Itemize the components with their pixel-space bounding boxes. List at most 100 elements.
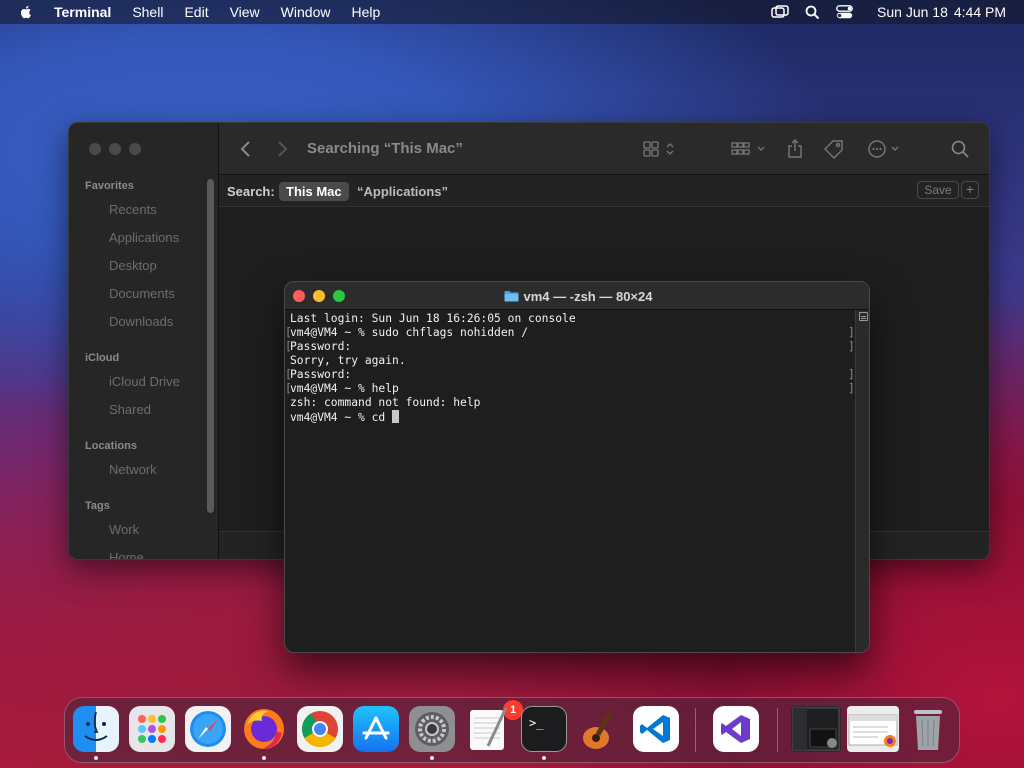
finder-minimize-button[interactable]	[109, 143, 121, 155]
menu-edit[interactable]: Edit	[184, 0, 208, 24]
terminal-icon[interactable]: >_	[521, 706, 567, 752]
clock-date: Sun Jun 18	[877, 4, 948, 20]
terminal-line: [vm4@VM4 ~ % help]	[285, 382, 855, 396]
command-mark-right: ]	[848, 326, 855, 339]
folder-icon	[504, 291, 518, 302]
terminal-title: vm4 — -zsh — 80×24	[285, 282, 869, 310]
terminal-line: zsh: command not found: help	[289, 396, 849, 410]
terminal-title-text: vm4 — -zsh — 80×24	[523, 288, 653, 304]
terminal-line-text: vm4@VM4 ~ % cd	[290, 411, 393, 424]
control-center-icon[interactable]	[835, 4, 853, 20]
terminal-line: Sorry, try again.	[289, 354, 849, 368]
command-mark-right: ]	[848, 382, 855, 395]
terminal-close-button[interactable]	[293, 290, 305, 302]
finder-icon[interactable]	[73, 706, 119, 752]
firefox-window-thumbnail[interactable]	[847, 706, 899, 752]
vscode-icon[interactable]	[633, 706, 679, 752]
screen-mirroring-icon[interactable]	[771, 4, 789, 20]
share-icon[interactable]	[787, 139, 803, 159]
terminal-scrollbar[interactable]	[855, 310, 869, 652]
sidebar-section-icloud: iCloud	[85, 352, 120, 364]
sidebar-section-favorites: Favorites	[85, 180, 134, 192]
terminal-line: [vm4@VM4 ~ % sudo chflags nohidden /]	[285, 326, 855, 340]
scope-this-mac-button[interactable]: This Mac	[279, 182, 349, 201]
terminal-line: [Password:]	[285, 340, 855, 354]
safari-icon[interactable]	[185, 706, 231, 752]
textedit-icon[interactable]	[465, 706, 511, 752]
terminal-line-text: zsh: command not found: help	[290, 396, 481, 409]
visual-studio-icon[interactable]	[713, 706, 759, 752]
terminal-prompt-line: vm4@VM4 ~ % cd	[289, 410, 849, 424]
sidebar-section-tags: Tags	[85, 500, 110, 512]
dock-separator	[777, 708, 778, 752]
terminal-cursor	[392, 410, 400, 423]
sidebar-item-shared[interactable]: Shared	[109, 402, 151, 417]
add-criteria-button[interactable]: +	[961, 181, 979, 199]
system-settings-icon[interactable]	[409, 706, 455, 752]
terminal-titlebar[interactable]: vm4 — -zsh — 80×24	[285, 282, 869, 310]
forward-chevron-icon[interactable]	[275, 139, 295, 159]
trash-icon[interactable]	[905, 706, 951, 752]
terminal-minimize-button[interactable]	[313, 290, 325, 302]
sidebar-section-locations: Locations	[85, 440, 137, 452]
command-mark-left: [	[285, 382, 292, 395]
sidebar-item-recents[interactable]: Recents	[109, 202, 157, 217]
menu-help[interactable]: Help	[351, 0, 380, 24]
search-scope-label: Search:	[227, 184, 275, 199]
terminal-line: Last login: Sun Jun 18 16:26:05 on conso…	[289, 312, 849, 326]
sidebar-scrollbar[interactable]	[207, 179, 214, 513]
finder-zoom-button[interactable]	[129, 143, 141, 155]
finder-window-thumbnail[interactable]	[791, 706, 841, 752]
menu-clock[interactable]: Sun Jun 18 4:44 PM	[871, 4, 1006, 20]
sidebar-item-applications[interactable]: Applications	[109, 230, 179, 245]
launchpad-icon[interactable]	[129, 706, 175, 752]
garageband-icon[interactable]	[577, 706, 623, 752]
terminal-line-text: vm4@VM4 ~ % help	[290, 382, 399, 395]
terminal-window: vm4 — -zsh — 80×24 Last login: Sun Jun 1…	[284, 281, 870, 653]
terminal-output[interactable]: Last login: Sun Jun 18 16:26:05 on conso…	[285, 312, 855, 650]
finder-toolbar: Searching “This Mac”	[219, 123, 989, 175]
sidebar-item-network[interactable]: Network	[109, 462, 157, 477]
sidebar-item-documents[interactable]: Documents	[109, 286, 175, 301]
search-icon[interactable]	[951, 139, 969, 159]
chrome-icon[interactable]	[297, 706, 343, 752]
settings-running-indicator	[430, 756, 434, 760]
clock-time: 4:44 PM	[953, 4, 1006, 20]
terminal-window-controls	[293, 290, 345, 302]
command-mark-left: [	[285, 368, 292, 381]
more-actions-icon[interactable]	[867, 139, 901, 159]
scope-applications-button[interactable]: “Applications”	[357, 184, 448, 199]
menu-window[interactable]: Window	[281, 0, 331, 24]
command-mark-right: ]	[848, 340, 855, 353]
finder-window-controls	[89, 143, 141, 155]
menu-bar: Terminal Shell Edit View Window Help Sun…	[0, 0, 1024, 24]
firefox-icon[interactable]	[241, 706, 287, 752]
sidebar-item-desktop[interactable]: Desktop	[109, 258, 157, 273]
command-mark-left: [	[285, 326, 292, 339]
sidebar-item-downloads[interactable]: Downloads	[109, 314, 173, 329]
svg-text:>_: >_	[529, 716, 544, 730]
firefox-running-indicator	[262, 756, 266, 760]
apple-icon[interactable]	[18, 4, 34, 20]
menu-shell[interactable]: Shell	[132, 0, 163, 24]
icon-view-grid-icon[interactable]	[643, 139, 677, 159]
terminal-line-text: vm4@VM4 ~ % sudo chflags nohidden /	[290, 326, 529, 339]
dock-separator	[695, 708, 696, 752]
finder-sidebar: Favorites Recents Applications Desktop D…	[69, 123, 219, 559]
sidebar-item-icloud-drive[interactable]: iCloud Drive	[109, 374, 180, 389]
app-store-icon[interactable]	[353, 706, 399, 752]
terminal-zoom-button[interactable]	[333, 290, 345, 302]
sidebar-item-work[interactable]: Work	[109, 522, 139, 537]
sidebar-item-home[interactable]: Home	[109, 550, 144, 559]
menu-app-terminal[interactable]: Terminal	[54, 0, 111, 24]
tag-icon[interactable]	[823, 139, 845, 159]
command-mark-left: [	[285, 340, 292, 353]
terminal-line-text: Sorry, try again.	[290, 354, 406, 367]
split-pane-icon[interactable]	[859, 312, 868, 321]
finder-close-button[interactable]	[89, 143, 101, 155]
group-by-icon[interactable]	[731, 139, 767, 159]
spotlight-search-icon[interactable]	[803, 4, 821, 20]
menu-view[interactable]: View	[230, 0, 260, 24]
back-chevron-icon[interactable]	[239, 139, 259, 159]
save-search-button[interactable]: Save	[917, 181, 959, 199]
